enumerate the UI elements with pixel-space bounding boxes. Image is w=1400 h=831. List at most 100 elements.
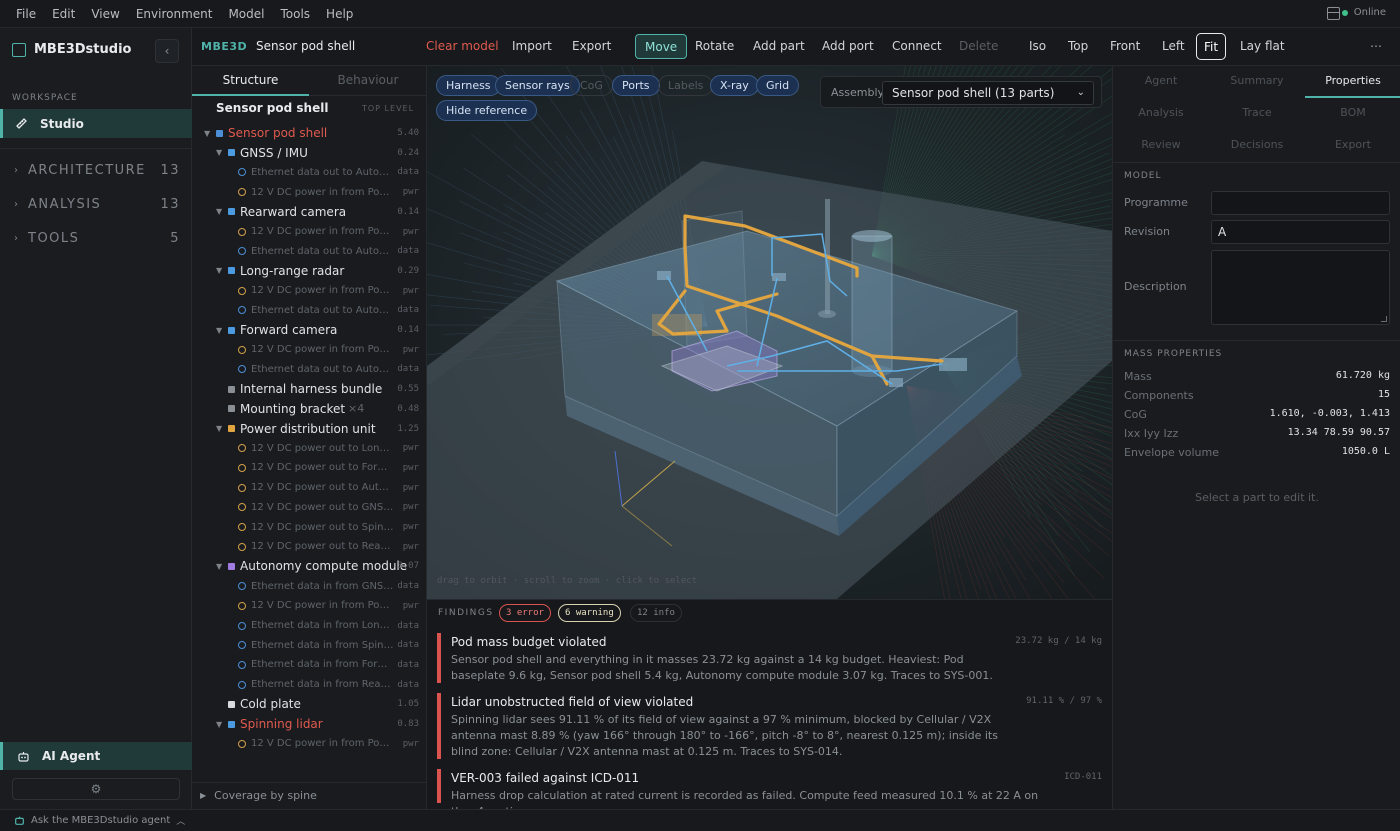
port-row[interactable]: Ethernet data out to Autonomy compute mo… <box>192 241 426 261</box>
export-button[interactable]: Export <box>572 39 611 53</box>
settings-button[interactable]: ⚙ <box>12 778 180 800</box>
menu-view[interactable]: View <box>91 7 119 21</box>
toggle-cog[interactable]: CoG <box>570 75 613 96</box>
caret-down-icon[interactable]: ▼ <box>216 266 222 275</box>
menu-help[interactable]: Help <box>326 7 353 21</box>
port-row[interactable]: 12 V DC power out to Rearward camera pwr <box>192 537 426 557</box>
toggle-harness[interactable]: Harness <box>436 75 501 96</box>
part-row[interactable]: ▼ Long-range radar 0.29 <box>192 261 426 281</box>
part-row[interactable]: ▼ Spinning lidar 0.83 <box>192 714 426 734</box>
part-row[interactable]: ▼ Autonomy compute module 3.07 <box>192 556 426 576</box>
add-part-button[interactable]: Add part <box>753 39 805 53</box>
error-count-badge[interactable]: 3 error <box>499 604 551 622</box>
info-count-badge[interactable]: 12 info <box>630 604 682 622</box>
port-row[interactable]: 12 V DC power out to Forward camera pwr <box>192 458 426 478</box>
rotate-tool-button[interactable]: Rotate <box>695 39 734 53</box>
port-row[interactable]: 12 V DC power out to Long-range radar pwr <box>192 438 426 458</box>
port-row[interactable]: 12 V DC power in from Power distribution… <box>192 281 426 301</box>
sidebar-section-tools[interactable]: › TOOLS 5 <box>14 231 180 246</box>
tab-structure[interactable]: Structure <box>192 66 309 96</box>
import-button[interactable]: Import <box>512 39 552 53</box>
view-left-button[interactable]: Left <box>1162 39 1185 53</box>
part-row[interactable]: ▼ GNSS / IMU 0.24 <box>192 143 426 163</box>
port-row[interactable]: 12 V DC power in from Power distribution… <box>192 182 426 202</box>
move-tool-button[interactable]: Move <box>635 34 688 59</box>
port-row[interactable]: 12 V DC power out to Spinning lidar pwr <box>192 517 426 537</box>
tab-agent[interactable]: Agent <box>1113 66 1209 98</box>
caret-down-icon[interactable]: ▼ <box>216 148 222 157</box>
tab-export[interactable]: Export <box>1305 130 1400 162</box>
connect-button[interactable]: Connect <box>892 39 942 53</box>
hide-reference-button[interactable]: Hide reference <box>436 100 538 121</box>
port-row[interactable]: 12 V DC power out to Autonomy compute mo… <box>192 478 426 498</box>
menu-edit[interactable]: Edit <box>52 7 75 21</box>
part-row[interactable]: ▼ Rearward camera 0.14 <box>192 202 426 222</box>
port-row[interactable]: Ethernet data in from Spinning lidardata <box>192 635 426 655</box>
port-row[interactable]: 12 V DC power in from Power distribution… <box>192 734 426 754</box>
menu-environment[interactable]: Environment <box>136 7 213 21</box>
toggle-sensor-rays[interactable]: Sensor rays <box>495 75 580 96</box>
delete-button[interactable]: Delete <box>959 39 998 53</box>
port-row[interactable]: 12 V DC power out to GNSS / IMU pwr <box>192 497 426 517</box>
menu-file[interactable]: File <box>16 7 36 21</box>
agent-prompt-bar[interactable]: Ask the MBE3Dstudio agent ︿ <box>0 809 1400 831</box>
3d-viewport[interactable]: Harness Sensor rays CoG Ports Labels X-r… <box>427 66 1112 599</box>
assembly-select[interactable]: Sensor pod shell (13 parts) ⌄ <box>882 81 1094 105</box>
add-port-button[interactable]: Add port <box>822 39 874 53</box>
sidebar-item-ai-agent[interactable]: AI Agent <box>0 742 192 770</box>
caret-down-icon[interactable]: ▼ <box>216 424 222 433</box>
toggle-x-ray[interactable]: X-ray <box>710 75 759 96</box>
3d-scene[interactable] <box>427 66 1112 599</box>
coverage-by-spine-toggle[interactable]: ▶ Coverage by spine <box>192 782 426 808</box>
part-row[interactable]: Mounting bracket ×4 0.48 <box>192 399 426 419</box>
tab-properties[interactable]: Properties <box>1305 66 1400 98</box>
caret-down-icon[interactable]: ▼ <box>216 720 222 729</box>
port-row[interactable]: Ethernet data in from Forward cameradata <box>192 655 426 675</box>
part-row[interactable]: Cold plate 1.05 <box>192 694 426 714</box>
finding-item[interactable]: VER-003 failed against ICD-011 Harness d… <box>437 769 1102 809</box>
caret-down-icon[interactable]: ▼ <box>216 562 222 571</box>
revision-input[interactable]: A <box>1211 220 1390 244</box>
programme-input[interactable] <box>1211 191 1390 215</box>
view-iso-button[interactable]: Iso <box>1029 39 1046 53</box>
tab-behaviour[interactable]: Behaviour <box>309 66 426 96</box>
view-top-button[interactable]: Top <box>1068 39 1088 53</box>
port-row[interactable]: Ethernet data in from GNSS / IMUdata <box>192 576 426 596</box>
part-row[interactable]: ▼ Forward camera 0.14 <box>192 320 426 340</box>
menu-tools[interactable]: Tools <box>280 7 310 21</box>
fit-view-button[interactable]: Fit <box>1196 33 1227 60</box>
collapse-sidebar-button[interactable]: ‹ <box>155 39 179 63</box>
part-row[interactable]: Internal harness bundle 0.55 <box>192 379 426 399</box>
sidebar-section-analysis[interactable]: › ANALYSIS 13 <box>14 197 180 212</box>
toggle-grid[interactable]: Grid <box>756 75 800 96</box>
caret-down-icon[interactable]: ▼ <box>216 326 222 335</box>
more-icon[interactable]: ⋯ <box>1370 39 1382 53</box>
port-row[interactable]: Ethernet data out to Autonomy compute mo… <box>192 300 426 320</box>
port-row[interactable]: Ethernet data out to Autonomy compute mo… <box>192 359 426 379</box>
caret-down-icon[interactable]: ▼ <box>216 207 222 216</box>
sidebar-item-studio[interactable]: Studio <box>0 109 192 138</box>
tab-summary[interactable]: Summary <box>1209 66 1305 98</box>
part-row[interactable]: ▼ Power distribution unit 1.25 <box>192 419 426 439</box>
tab-bom[interactable]: BOM <box>1305 98 1400 130</box>
part-row[interactable]: ▼ Sensor pod shell 5.40 <box>192 123 426 143</box>
tab-trace[interactable]: Trace <box>1209 98 1305 130</box>
toggle-ports[interactable]: Ports <box>612 75 660 96</box>
port-row[interactable]: Ethernet data in from Long-range radarda… <box>192 616 426 636</box>
port-row[interactable]: 12 V DC power in from Power distribution… <box>192 222 426 242</box>
menu-model[interactable]: Model <box>228 7 264 21</box>
forward-camera[interactable] <box>889 378 903 387</box>
rearward-camera[interactable] <box>772 273 786 281</box>
sidebar-section-architecture[interactable]: › ARCHITECTURE 13 <box>14 163 180 178</box>
warning-count-badge[interactable]: 6 warning <box>558 604 621 622</box>
finding-item[interactable]: Lidar unobstructed field of view violate… <box>437 693 1102 759</box>
finding-item[interactable]: Pod mass budget violated Sensor pod shel… <box>437 633 1102 683</box>
view-front-button[interactable]: Front <box>1110 39 1140 53</box>
port-row[interactable]: 12 V DC power in from Power distribution… <box>192 596 426 616</box>
port-row[interactable]: Ethernet data in from Rearward cameradat… <box>192 675 426 695</box>
tab-decisions[interactable]: Decisions <box>1209 130 1305 162</box>
port-row[interactable]: Ethernet data out to Autonomy compute mo… <box>192 162 426 182</box>
caret-down-icon[interactable]: ▼ <box>204 129 210 138</box>
clear-model-button[interactable]: Clear model <box>426 39 499 53</box>
layout-toggle-icon[interactable] <box>1327 7 1340 20</box>
